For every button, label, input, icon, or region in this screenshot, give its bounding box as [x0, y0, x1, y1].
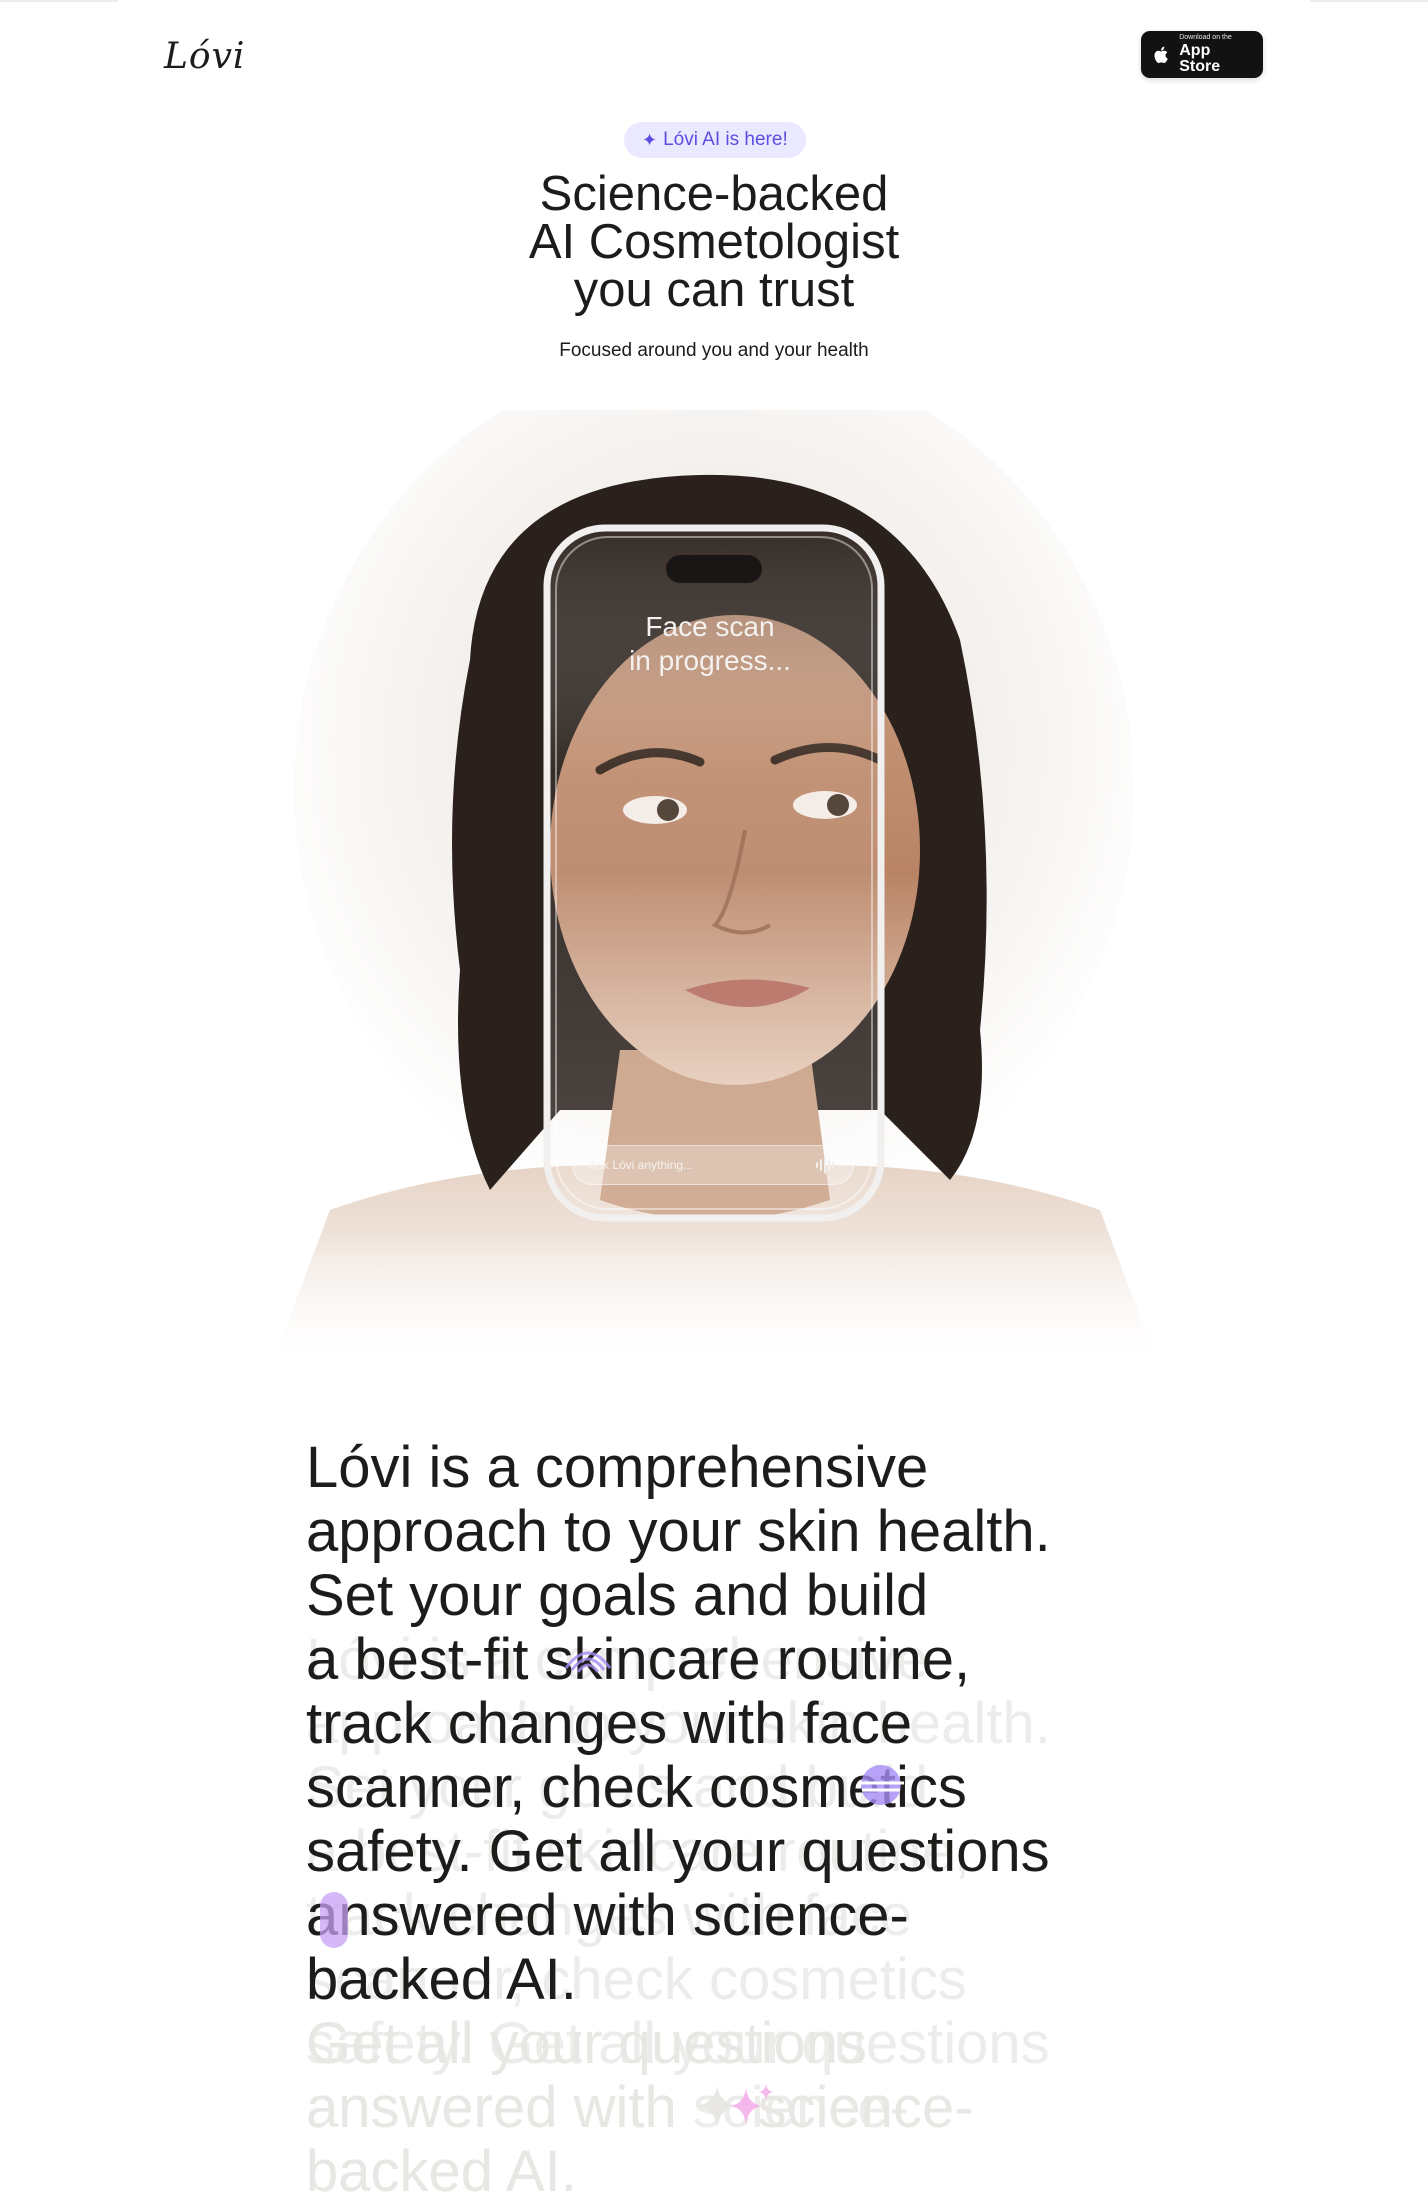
fingerprint-scan-icon [564, 1651, 612, 1673]
ask-lovi-placeholder: Ask Lóvi anything... [589, 1158, 694, 1172]
logo-text: Lóvi [164, 35, 246, 77]
voice-wave-icon[interactable] [815, 1156, 837, 1174]
sparkle-icon: ✦ [642, 129, 658, 150]
hero-face-scan-illustration [0, 410, 1428, 1370]
appstore-big-label: App Store [1179, 42, 1221, 75]
sparkle-icon [730, 2084, 773, 2124]
ai-announcement-badge[interactable]: ✦ Lóvi AI is here! [624, 122, 806, 158]
top-border [0, 0, 1428, 2]
badge-label: Lóvi AI is here! [663, 129, 788, 150]
about-text: Lóvi is a comprehensive approach to your… [306, 1435, 1051, 2012]
lovi-logo[interactable]: Lóvi [164, 32, 245, 80]
pill-capsule-icon [320, 1892, 348, 1948]
hero-subtitle: Focused around you and your health [559, 340, 869, 361]
app-store-button[interactable]: Download on the App Store [1141, 31, 1263, 78]
apple-logo-icon [1154, 46, 1168, 63]
ask-lovi-input[interactable]: Ask Lóvi anything... [572, 1145, 854, 1185]
planet-icon [858, 1765, 904, 1805]
face-scan-status: Face scan in progress... [629, 611, 791, 676]
face-portrait-image [0, 410, 1428, 1370]
hero-title: Science-backed AI Cosmetologist you can … [528, 167, 900, 317]
appstore-small-label: Download on the [1179, 34, 1232, 41]
